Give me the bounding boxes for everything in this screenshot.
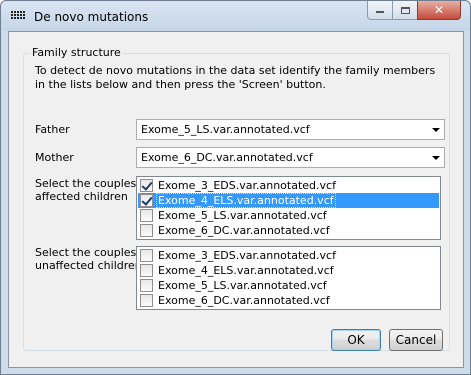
father-combobox[interactable]: Exome_5_LS.var.annotated.vcf bbox=[136, 119, 445, 140]
list-item-label: Exome_5_LS.var.annotated.vcf bbox=[158, 279, 327, 292]
list-item-label: Exome_6_DC.var.annotated.vcf bbox=[158, 294, 330, 307]
affected-label: Select the couples affected children bbox=[35, 177, 136, 203]
checkbox[interactable] bbox=[140, 279, 153, 292]
window-title: De novo mutations bbox=[34, 10, 149, 24]
maximize-button[interactable] bbox=[392, 1, 418, 20]
dialog-body: Family structure To detect de novo mutat… bbox=[8, 31, 464, 368]
affected-label-line1: Select the couples bbox=[35, 177, 137, 190]
chevron-down-icon[interactable] bbox=[432, 156, 440, 160]
list-item[interactable]: Exome_4_ELS.var.annotated.vcf bbox=[138, 263, 439, 278]
minimize-icon bbox=[376, 11, 384, 13]
cancel-button[interactable]: Cancel bbox=[389, 329, 443, 351]
list-item-label: Exome_3_EDS.var.annotated.vcf bbox=[158, 179, 336, 192]
checkbox[interactable] bbox=[140, 224, 153, 237]
list-item[interactable]: Exome_3_EDS.var.annotated.vcf bbox=[138, 248, 439, 263]
list-item-label: Exome_3_EDS.var.annotated.vcf bbox=[158, 249, 336, 262]
checkbox[interactable] bbox=[140, 194, 153, 207]
checkbox[interactable] bbox=[140, 179, 153, 192]
affected-label-line2: affected children bbox=[35, 190, 128, 203]
father-label: Father bbox=[35, 123, 70, 136]
list-item[interactable]: Exome_6_DC.var.annotated.vcf bbox=[138, 293, 439, 308]
unaffected-label: Select the couples unaffected children bbox=[35, 246, 142, 272]
minimize-button[interactable] bbox=[367, 1, 393, 20]
mother-selected-value: Exome_6_DC.var.annotated.vcf bbox=[141, 151, 313, 164]
maximize-icon bbox=[400, 6, 410, 14]
affected-children-list[interactable]: Exome_3_EDS.var.annotated.vcf Exome_4_EL… bbox=[136, 176, 441, 240]
checkbox[interactable] bbox=[140, 249, 153, 262]
checkbox[interactable] bbox=[140, 294, 153, 307]
instructions-text: To detect de novo mutations in the data … bbox=[35, 64, 436, 91]
list-item[interactable]: Exome_6_DC.var.annotated.vcf bbox=[138, 223, 439, 238]
dialog-window: De novo mutations ✕ Family structure To … bbox=[0, 0, 471, 375]
title-bar[interactable]: De novo mutations ✕ bbox=[1, 1, 470, 31]
ok-button[interactable]: OK bbox=[331, 329, 381, 351]
list-item[interactable]: Exome_5_LS.var.annotated.vcf bbox=[138, 278, 439, 293]
group-legend: Family structure bbox=[30, 46, 123, 59]
mother-combobox[interactable]: Exome_6_DC.var.annotated.vcf bbox=[136, 147, 445, 168]
checkbox[interactable] bbox=[140, 264, 153, 277]
mother-label: Mother bbox=[35, 151, 74, 164]
list-item[interactable]: Exome_4_ELS.var.annotated.vcf bbox=[138, 193, 439, 208]
list-item-label: Exome_4_ELS.var.annotated.vcf bbox=[156, 193, 336, 208]
chevron-down-icon[interactable] bbox=[432, 128, 440, 132]
close-icon: ✕ bbox=[433, 3, 445, 17]
family-structure-group: Family structure To detect de novo mutat… bbox=[23, 46, 450, 351]
unaffected-label-line1: Select the couples bbox=[35, 246, 137, 259]
unaffected-label-line2: unaffected children bbox=[35, 259, 142, 272]
list-item[interactable]: Exome_5_LS.var.annotated.vcf bbox=[138, 208, 439, 223]
unaffected-children-list[interactable]: Exome_3_EDS.var.annotated.vcf Exome_4_EL… bbox=[136, 246, 441, 310]
close-button[interactable]: ✕ bbox=[417, 1, 461, 20]
list-item-label: Exome_6_DC.var.annotated.vcf bbox=[158, 224, 330, 237]
list-item[interactable]: Exome_3_EDS.var.annotated.vcf bbox=[138, 178, 439, 193]
checkbox[interactable] bbox=[140, 209, 153, 222]
dotted-grid-icon bbox=[11, 11, 27, 23]
list-item-label: Exome_5_LS.var.annotated.vcf bbox=[158, 209, 327, 222]
list-item-label: Exome_4_ELS.var.annotated.vcf bbox=[158, 264, 334, 277]
father-selected-value: Exome_5_LS.var.annotated.vcf bbox=[141, 123, 310, 136]
